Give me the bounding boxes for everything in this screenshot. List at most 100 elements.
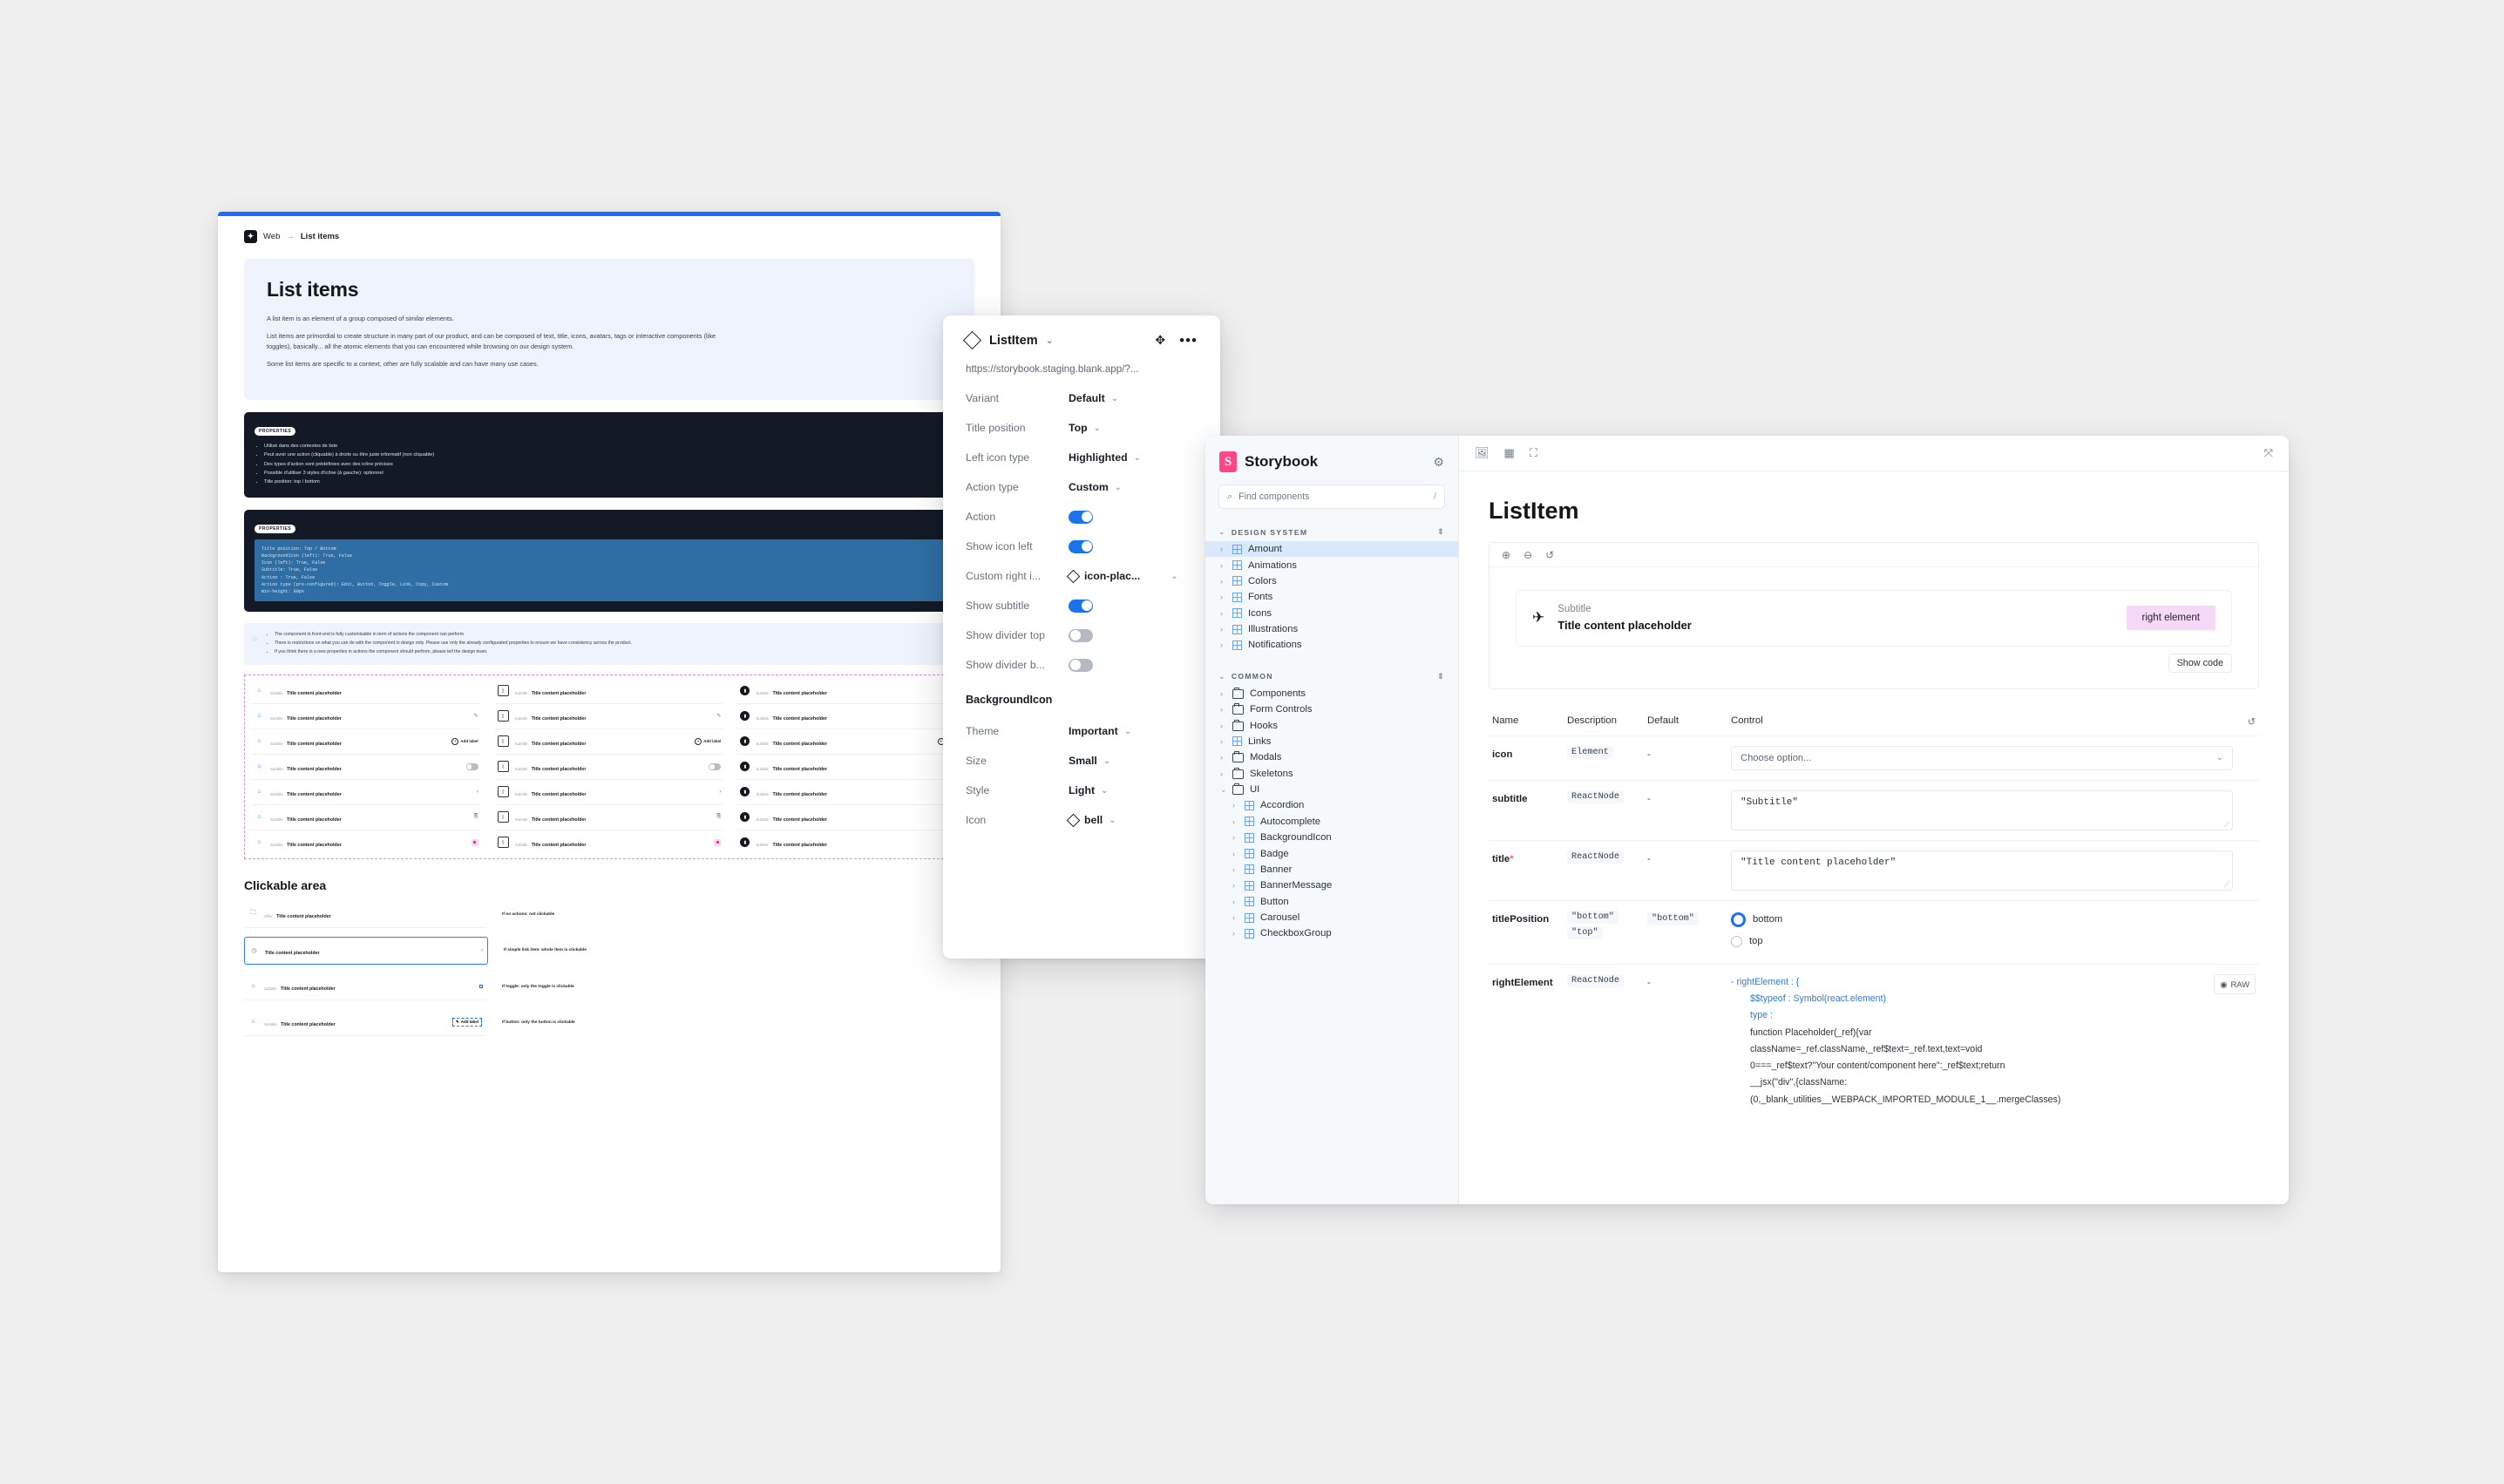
add-label-button[interactable]: +Add label	[695, 737, 721, 745]
object-line[interactable]: - rightElement : {	[1731, 977, 1799, 987]
row-action[interactable]: ⎘	[717, 814, 722, 820]
property-value-instance[interactable]: icon-plac... ⌄	[1066, 569, 1178, 583]
sidebar-item-animations[interactable]: › Animations	[1205, 557, 1458, 573]
row-action[interactable]: ›	[477, 789, 478, 795]
zoom-out-icon[interactable]: ⊖	[1523, 549, 1532, 561]
pencil-icon[interactable]: ✎	[474, 713, 478, 719]
clickable-example-row[interactable]: ⌂ Subtitle Title content placeholder ✎ Ad…	[244, 1009, 486, 1036]
table-row[interactable]: ⌂ Subtitle Title content placeholder ⎘	[252, 805, 481, 830]
breadcrumb[interactable]: ✦ Web → List items	[218, 216, 1001, 243]
row-action[interactable]: ✎	[716, 713, 721, 719]
table-row[interactable]: ▮ Subtitle Title content placeholder	[737, 755, 967, 780]
row-action[interactable]: ›	[481, 948, 483, 953]
chevron-down-icon[interactable]: ⌄	[1046, 335, 1054, 346]
image-icon[interactable]: 🖼	[1475, 446, 1490, 460]
sidebar-item-accordion[interactable]: › Accordion	[1205, 797, 1458, 813]
row-action[interactable]: +Add label	[695, 737, 721, 745]
clickable-example-row[interactable]: ◷ Title content placeholder ›	[244, 936, 488, 965]
sort-icon[interactable]: ⇕	[1437, 527, 1445, 537]
breadcrumb-root[interactable]: Web	[263, 232, 280, 241]
radio-button[interactable]	[1731, 911, 1746, 927]
textarea-input-title[interactable]: "Title content placeholder"	[1731, 850, 2233, 891]
sidebar-item-button[interactable]: › Button	[1205, 894, 1458, 910]
custom-icon-placeholder[interactable]	[714, 838, 722, 846]
grid-icon[interactable]: ▦	[1504, 446, 1515, 460]
toggle-switch[interactable]	[1069, 539, 1093, 553]
table-row[interactable]: ▯ Subtitle Title content placeholder + Ad…	[494, 729, 724, 755]
row-action[interactable]: ›	[719, 789, 721, 795]
table-row[interactable]: ▯ Subtitle Title content placeholder ✎	[494, 704, 724, 729]
sidebar-item-badge[interactable]: › Badge	[1205, 845, 1458, 861]
measure-icon[interactable]: ⛶	[1530, 446, 1537, 460]
row-action[interactable]: ✎	[474, 713, 478, 719]
select-input-icon[interactable]: Choose option... ⌄	[1731, 745, 2233, 770]
table-row[interactable]: ⌂ Subtitle Title content placeholder	[252, 679, 481, 704]
sidebar-item-autocomplete[interactable]: › Autocomplete	[1205, 814, 1458, 830]
sidebar-item-checkboxgroup[interactable]: › CheckboxGroup	[1205, 925, 1458, 941]
textarea-input-subtitle[interactable]: "Subtitle"	[1731, 789, 2233, 830]
sidebar-item-carousel[interactable]: › Carousel	[1205, 910, 1458, 925]
reset-icon[interactable]: ↺	[2233, 715, 2256, 728]
row-action[interactable]	[714, 838, 722, 846]
sidebar-item-bannermessage[interactable]: › BannerMessage	[1205, 878, 1458, 893]
sidebar-item-backgroundicon[interactable]: › BackgroundIcon	[1205, 830, 1458, 845]
toggle-switch[interactable]	[709, 763, 722, 770]
more-icon[interactable]: •••	[1179, 333, 1198, 348]
property-value-select[interactable]: Important ⌄	[1069, 725, 1131, 737]
expand-icon[interactable]: ⤧	[2264, 446, 2273, 460]
table-row[interactable]: ▮ Subtitle Title content placeholder ⎘	[737, 805, 967, 830]
row-action[interactable]: +Add label	[451, 737, 478, 745]
radio-button[interactable]	[1731, 935, 1742, 947]
component-url[interactable]: https://storybook.staging.blank.app/?...	[943, 348, 1220, 375]
listitem-preview[interactable]: ✈ Subtitle Title content placeholder rig…	[1516, 590, 2232, 647]
search-input[interactable]: ⌕ Find components /	[1218, 485, 1445, 509]
table-row[interactable]: ▯ Subtitle Title content placeholder ›	[494, 780, 724, 805]
toggle-switch[interactable]	[1069, 658, 1093, 672]
table-row[interactable]: ▯ Subtitle Title content placeholder	[495, 830, 724, 855]
row-action[interactable]	[471, 838, 478, 846]
property-value-select[interactable]: Light ⌄	[1069, 784, 1108, 796]
move-icon[interactable]: ✥	[1155, 333, 1165, 348]
table-row[interactable]: ⌂ Subtitle Title content placeholder + Ad…	[252, 729, 481, 755]
table-row[interactable]: ▮ Subtitle Title content placeholder	[737, 830, 967, 855]
row-action[interactable]: ⎘	[474, 814, 478, 820]
toggle-switch[interactable]	[1069, 510, 1093, 524]
sidebar-item-components[interactable]: › Components	[1205, 686, 1458, 701]
raw-toggle-button[interactable]: ◉ RAW	[2214, 973, 2256, 994]
property-value-select[interactable]: Custom ⌄	[1069, 481, 1122, 493]
zoom-in-icon[interactable]: ⊕	[1502, 549, 1510, 561]
table-row[interactable]: ▯ Subtitle Title content placeholder ⎘	[494, 805, 724, 830]
property-value-select[interactable]: Default ⌄	[1069, 392, 1118, 404]
chevron-right-icon[interactable]: ›	[477, 789, 478, 795]
sidebar-item-skeletons[interactable]: › Skeletons	[1205, 766, 1458, 782]
toggle-switch[interactable]	[1069, 599, 1093, 613]
table-row[interactable]: ▯ Subtitle Title content placeholder	[494, 755, 724, 780]
sidebar-item-colors[interactable]: › Colors	[1205, 573, 1458, 589]
table-row[interactable]: ⌂ Subtitle Title content placeholder ✎	[252, 704, 481, 729]
property-value-select[interactable]: Highlighted ⌄	[1069, 451, 1141, 464]
sidebar-group-design-system[interactable]: ⌄ DESIGN SYSTEM ⇕	[1205, 519, 1458, 541]
property-value-select[interactable]: Top ⌄	[1069, 422, 1101, 434]
radio-option-bottom[interactable]: bottom	[1731, 911, 2233, 934]
table-row[interactable]: ⌂ Subtitle Title content placeholder	[252, 755, 481, 780]
clickable-example-row[interactable]: ⌂ Subtitle Title content placeholder	[244, 973, 486, 1000]
sidebar-item-notifications[interactable]: › Notifications	[1205, 637, 1458, 653]
chevron-right-icon[interactable]: ›	[481, 948, 483, 953]
property-value-select[interactable]: Small ⌄	[1069, 755, 1110, 767]
add-label-button[interactable]: ✎ Add label	[451, 1017, 482, 1027]
show-code-button[interactable]: Show code	[2168, 653, 2232, 673]
property-value-instance[interactable]: bell ⌄	[1066, 813, 1116, 827]
toggle-switch[interactable]	[465, 763, 478, 770]
sidebar-item-hooks[interactable]: › Hooks	[1205, 717, 1458, 733]
pencil-icon[interactable]: ✎	[716, 713, 721, 719]
table-row[interactable]: ▮ Subtitle Title content placeholder ›	[737, 780, 967, 805]
table-row[interactable]: ▮ Subtitle Title content placeholder ✎	[737, 704, 967, 729]
table-row[interactable]: ⌂ Subtitle Title content placeholder ›	[252, 780, 481, 805]
sidebar-item-links[interactable]: › Links	[1205, 734, 1458, 749]
copy-icon[interactable]: ⎘	[474, 814, 478, 820]
table-row[interactable]: ▯ Subtitle Title content placeholder	[494, 679, 724, 704]
custom-icon-placeholder[interactable]	[471, 838, 478, 846]
table-row[interactable]: ▮ Subtitle Title content placeholder +Ad…	[737, 729, 967, 755]
sidebar-item-amount[interactable]: › Amount	[1205, 541, 1458, 558]
clickable-example-row[interactable]: 🗀 Offer Title content placeholder	[244, 901, 486, 928]
